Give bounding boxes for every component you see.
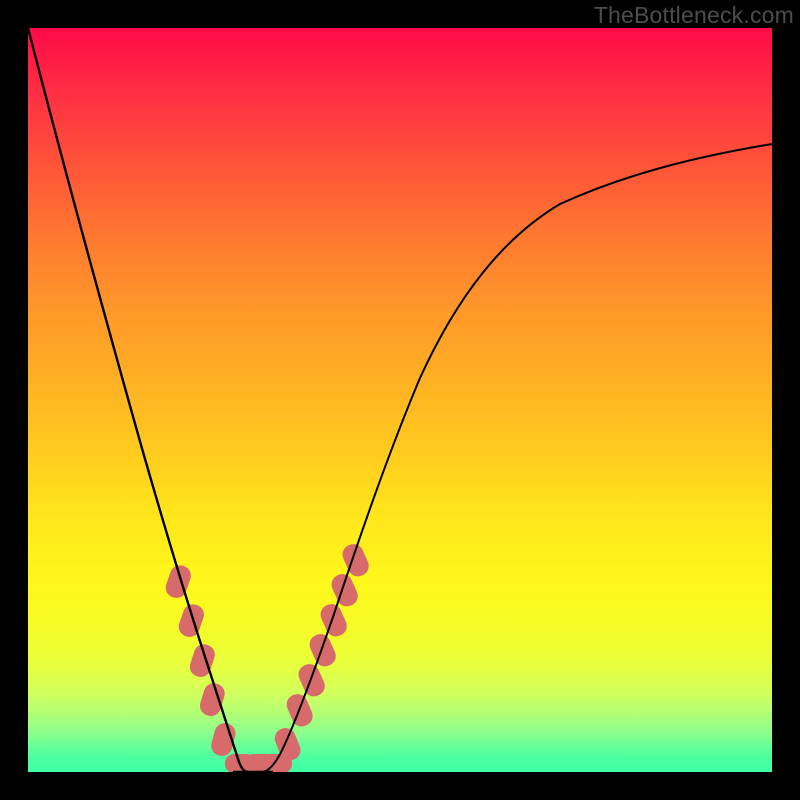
marker-pill-group xyxy=(163,541,372,772)
curve-left-branch xyxy=(28,28,248,772)
curve-layer xyxy=(28,28,772,772)
plot-area xyxy=(28,28,772,772)
chart-frame: TheBottleneck.com xyxy=(0,0,800,800)
watermark-text: TheBottleneck.com xyxy=(594,2,794,29)
curve-right-branch xyxy=(262,144,772,772)
